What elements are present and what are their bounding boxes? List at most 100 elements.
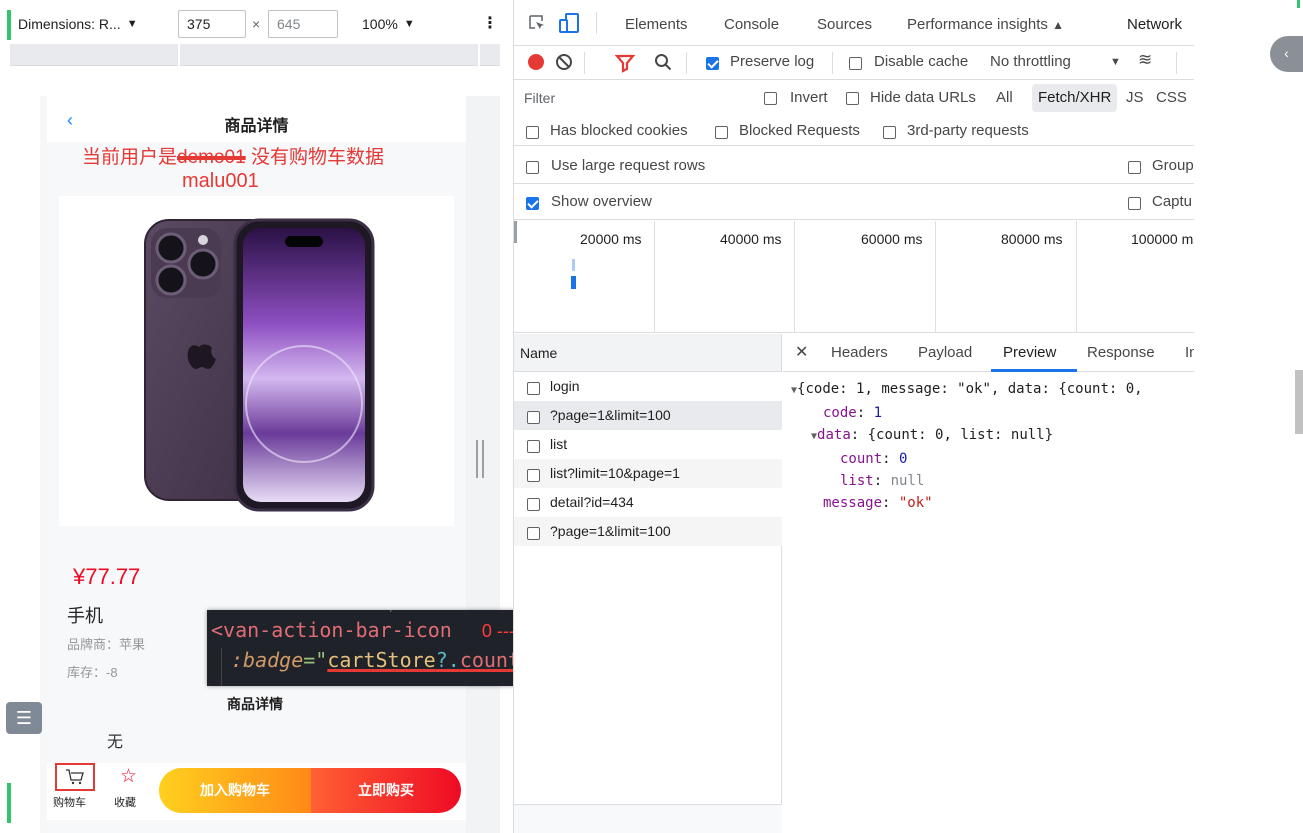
cart-action-icon[interactable]: 购物车 [53,763,95,813]
tab-performance-insights[interactable]: Performance insights ▲ [907,16,1064,33]
active-tab-underline [991,369,1077,372]
media-query-bar [10,44,500,66]
timeline-request-bar [572,259,575,271]
third-party-checkbox[interactable] [883,124,896,142]
tab-headers[interactable]: Headers [831,344,888,361]
dimensions-select[interactable]: Dimensions: R... ▼ [18,16,138,32]
preserve-log-checkbox[interactable] [706,55,719,73]
annotation-suffix: 没有购物车数据 [245,147,384,168]
timeline-tick: 100000 ms [1131,231,1194,247]
timeline-tick: 60000 ms [861,231,923,247]
capture-checkbox[interactable] [1128,195,1141,213]
annotation-prefix: 当前用户是 [82,147,178,168]
json-string: "ok" [898,495,933,511]
type-filter-all[interactable]: All [996,89,1013,106]
settings-row-large: Use large request rows Group [514,148,1194,184]
dimensions-label: Dimensions: R... [18,16,121,32]
tab-response[interactable]: Response [1087,344,1155,361]
search-icon[interactable] [654,53,672,71]
type-filter-css[interactable]: CSS [1156,89,1187,106]
product-price: ¥77.77 [73,564,141,589]
record-button[interactable] [528,54,544,70]
height-input[interactable]: 645 [268,10,338,38]
tab-network[interactable]: Network [1127,16,1182,33]
tab-sources[interactable]: Sources [817,16,872,33]
focus-marker [7,783,11,823]
code-expr-obj: cartStore [327,648,436,672]
timeline-gridline [794,221,795,333]
tab-elements[interactable]: Elements [625,16,688,33]
request-name: ?page=1&limit=100 [550,407,671,423]
floating-menu-button[interactable]: ☰ [6,702,42,734]
preview-json: ▼{code: 1, message: "ok", data: {count: … [783,378,1194,514]
focus-marker [7,10,11,40]
resize-handle[interactable] [476,440,484,478]
code-eq: =" [303,648,328,672]
devtools-tabbar: Elements Console Sources Performance ins… [514,0,1194,46]
request-row[interactable]: list?limit=10&page=1 [514,459,782,488]
toolbar-divider [584,52,585,74]
json-key: code [823,405,857,421]
filter-icon[interactable] [615,53,635,73]
settings-row-overview: Show overview Captu [514,184,1194,220]
product-brand: 品牌商：苹果 [67,637,146,652]
list-icon: ☰ [15,708,33,728]
large-rows-label: Use large request rows [551,157,706,174]
request-row-selected[interactable]: ?page=1&limit=100 [514,401,782,430]
close-detail-icon[interactable]: ✕ [795,342,808,362]
name-column-header[interactable]: Name [520,345,557,361]
device-toggle-icon[interactable] [558,12,580,34]
tab-initiator[interactable]: In [1185,344,1194,361]
group-checkbox[interactable] [1128,159,1141,177]
has-blocked-cookies-checkbox[interactable] [526,124,539,142]
page-scrollbar-thumb[interactable] [1295,370,1303,434]
invert-checkbox[interactable] [764,90,777,108]
code-expr-prop: count [459,648,521,672]
disable-cache-checkbox[interactable] [849,55,862,73]
large-rows-checkbox[interactable] [526,159,539,177]
more-options-icon[interactable]: ⋮ [482,16,498,32]
json-colon: : [882,495,899,511]
json-message-line: message: "ok" [783,492,1194,514]
favorite-action-icon[interactable]: ☆ 收藏 [111,763,147,813]
action-bar: 购物车 ☆ 收藏 加入购物车 立即购买 [47,763,466,820]
throttling-select[interactable]: No throttling [990,53,1071,70]
json-data-line[interactable]: ▼data: {count: 0, list: null} [783,424,1194,448]
type-filter-fetch-xhr[interactable]: Fetch/XHR [1032,84,1118,112]
network-conditions-icon[interactable]: ≋ [1138,50,1152,70]
media-query-divider [478,44,480,66]
buy-now-button[interactable]: 立即购买 [311,768,461,813]
inspect-element-icon[interactable] [528,14,546,32]
width-input[interactable]: 375 [178,10,246,38]
request-row[interactable]: ?page=1&limit=100 [514,517,782,546]
timeline-gridline [935,221,936,333]
detail-tabbar: ✕ Headers Payload Preview Response In [783,334,1194,372]
annotation-text: 当前用户是demo01 没有购物车数据 [82,142,384,169]
type-filter-js[interactable]: JS [1126,89,1144,106]
json-root-line[interactable]: ▼{code: 1, message: "ok", data: {count: … [783,378,1194,402]
add-to-cart-button[interactable]: 加入购物车 [159,768,311,813]
invert-label: Invert [790,89,828,106]
flask-icon: ▲ [1052,18,1064,32]
timeline-gridline [654,221,655,333]
zoom-select[interactable]: 100% ▼ [362,16,415,32]
request-row[interactable]: detail?id=434 [514,488,782,517]
has-blocked-cookies-label: Has blocked cookies [550,122,688,139]
star-icon: ☆ [120,766,138,787]
side-panel-toggle[interactable]: ‹ [1270,36,1303,72]
hide-data-urls-label: Hide data URLs [870,89,976,106]
tab-console[interactable]: Console [724,16,779,33]
hide-data-urls-checkbox[interactable] [846,90,859,108]
clear-icon[interactable] [555,53,573,71]
json-key: data [817,427,851,443]
tab-payload[interactable]: Payload [918,344,972,361]
json-summary: {code: 1, message: "ok", data: {count: 0… [797,381,1143,397]
blocked-requests-label: Blocked Requests [739,122,860,139]
code-line-partial-top: , [387,610,395,614]
tab-preview[interactable]: Preview [1003,344,1056,361]
filter-input[interactable]: Filter [514,82,746,112]
request-row[interactable]: list [514,430,782,459]
blocked-requests-checkbox[interactable] [715,124,728,142]
request-row[interactable]: login [514,372,782,401]
show-overview-checkbox[interactable] [526,195,539,213]
